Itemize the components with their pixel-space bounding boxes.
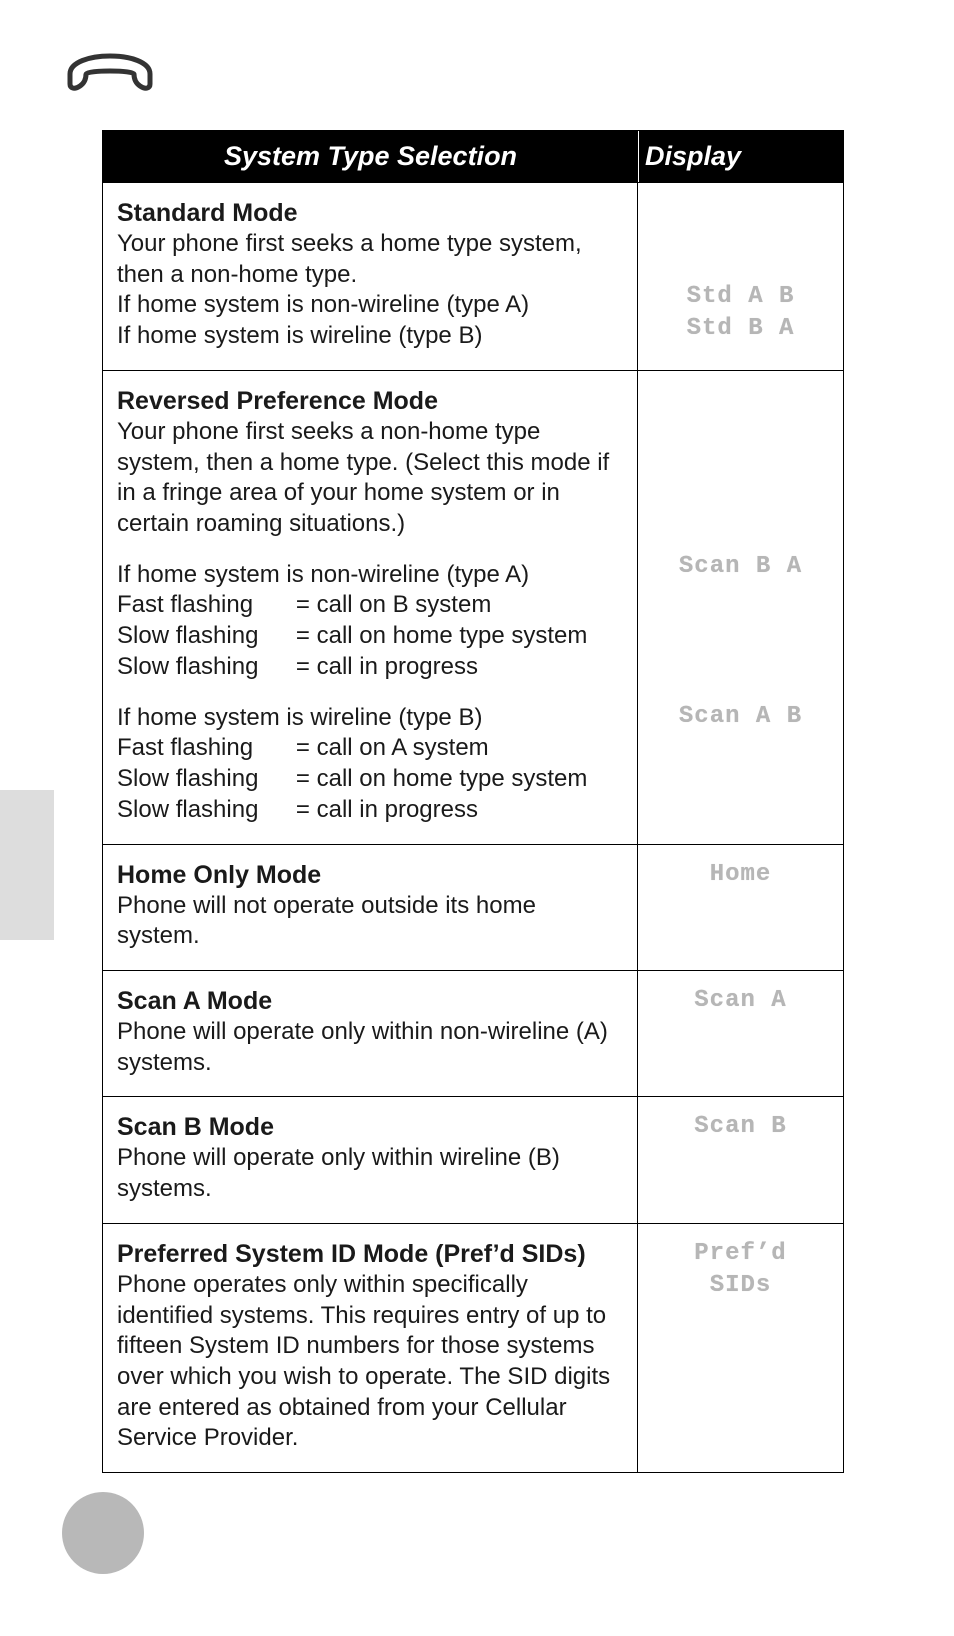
- mode-body: Phone will operate only within non-wirel…: [117, 1017, 623, 1078]
- row-standard-mode: Standard Mode Your phone first seeks a h…: [103, 182, 843, 370]
- display-value: Std A B: [644, 281, 837, 313]
- flash-label: Slow flashing: [117, 621, 296, 652]
- flash-meaning: = call on home type system: [296, 621, 623, 652]
- system-type-table: System Type Selection Display Standard M…: [102, 130, 844, 1473]
- cell-desc: Scan A Mode Phone will operate only with…: [103, 971, 638, 1096]
- cell-display: Std A B Std B A: [638, 183, 843, 370]
- cell-desc: Standard Mode Your phone first seeks a h…: [103, 183, 638, 370]
- display-value: Scan A: [644, 985, 837, 1017]
- flash-meaning: = call on A system: [296, 733, 623, 764]
- header-system-type: System Type Selection: [103, 131, 639, 182]
- row-home-only: Home Only Mode Phone will not operate ou…: [103, 844, 843, 970]
- side-tab: [0, 790, 54, 940]
- header-display: Display: [639, 131, 843, 182]
- mode-title: Standard Mode: [117, 197, 623, 229]
- row-reversed-mode: Reversed Preference Mode Your phone firs…: [103, 370, 843, 844]
- cell-desc: Scan B Mode Phone will operate only with…: [103, 1097, 638, 1222]
- flash-meaning: = call on B system: [296, 590, 623, 621]
- page: System Type Selection Display Standard M…: [0, 0, 954, 1636]
- mode-body: Phone will operate only within wireline …: [117, 1143, 623, 1204]
- cell-display: Home: [638, 845, 843, 970]
- flash-label: Slow flashing: [117, 795, 296, 826]
- mode-body: Phone operates only within specifically …: [117, 1270, 623, 1454]
- mode-title: Reversed Preference Mode: [117, 385, 623, 417]
- cell-display: Scan A: [638, 971, 843, 1096]
- display-value: Scan B A: [644, 551, 837, 583]
- phone-handset-icon: [62, 40, 158, 92]
- flash-label: Slow flashing: [117, 764, 296, 795]
- cell-display: Pref’d SIDs: [638, 1224, 843, 1472]
- mode-title: Preferred System ID Mode (Pref’d SIDs): [117, 1238, 623, 1270]
- cell-desc: Home Only Mode Phone will not operate ou…: [103, 845, 638, 970]
- cell-desc: Reversed Preference Mode Your phone firs…: [103, 371, 638, 844]
- flash-label: Fast flashing: [117, 733, 296, 764]
- flash-meaning: = call on home type system: [296, 764, 623, 795]
- table-header: System Type Selection Display: [103, 131, 843, 182]
- display-value: Scan B: [644, 1111, 837, 1143]
- flash-legend: Fast flashing= call on A system Slow fla…: [117, 733, 623, 825]
- display-value: SIDs: [644, 1270, 837, 1302]
- mode-body: Your phone first seeks a home type syste…: [117, 229, 623, 290]
- display-value: Home: [644, 859, 837, 891]
- section-heading: If home system is wireline (type B): [117, 703, 623, 734]
- mode-line: If home system is wireline (type B): [117, 321, 623, 352]
- cell-display: Scan B A Scan A B: [638, 371, 843, 844]
- display-value: Std B A: [644, 313, 837, 345]
- row-scan-a: Scan A Mode Phone will operate only with…: [103, 970, 843, 1096]
- cell-display: Scan B: [638, 1097, 843, 1222]
- flash-label: Fast flashing: [117, 590, 296, 621]
- mode-body: Your phone first seeks a non-home type s…: [117, 417, 623, 540]
- flash-meaning: = call in progress: [296, 652, 623, 683]
- mode-title: Home Only Mode: [117, 859, 623, 891]
- flash-label: Slow flashing: [117, 652, 296, 683]
- mode-title: Scan B Mode: [117, 1111, 623, 1143]
- section-heading: If home system is non-wireline (type A): [117, 560, 623, 591]
- display-value: Scan A B: [644, 701, 837, 733]
- flash-meaning: = call in progress: [296, 795, 623, 826]
- row-prefd-sids: Preferred System ID Mode (Pref’d SIDs) P…: [103, 1223, 843, 1472]
- mode-body: Phone will not operate outside its home …: [117, 891, 623, 952]
- row-scan-b: Scan B Mode Phone will operate only with…: [103, 1096, 843, 1222]
- cell-desc: Preferred System ID Mode (Pref’d SIDs) P…: [103, 1224, 638, 1472]
- mode-line: If home system is non-wireline (type A): [117, 290, 623, 321]
- page-number-circle: [62, 1492, 144, 1574]
- display-value: Pref’d: [644, 1238, 837, 1270]
- mode-title: Scan A Mode: [117, 985, 623, 1017]
- flash-legend: Fast flashing= call on B system Slow fla…: [117, 590, 623, 682]
